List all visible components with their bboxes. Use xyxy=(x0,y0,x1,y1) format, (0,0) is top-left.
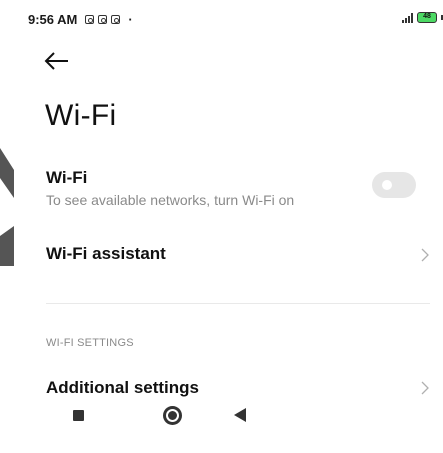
notification-icon xyxy=(85,15,95,24)
battery-icon: 48 xyxy=(417,12,437,23)
battery-level: 48 xyxy=(423,13,431,20)
toggle-knob xyxy=(382,180,392,190)
wifi-assistant-row[interactable]: Wi-Fi assistant xyxy=(0,232,443,278)
back-button[interactable] xyxy=(44,50,70,72)
wifi-assistant-label: Wi-Fi assistant xyxy=(46,244,166,263)
wifi-row-title: Wi-Fi xyxy=(46,168,88,187)
divider xyxy=(46,303,430,304)
back-icon[interactable] xyxy=(234,408,246,422)
page-title: Wi-Fi xyxy=(45,99,117,132)
signal-icon xyxy=(402,12,413,23)
status-time: 9:56 AM xyxy=(28,12,78,27)
home-icon[interactable] xyxy=(163,406,182,425)
notification-icon xyxy=(98,15,108,24)
status-bar-left: 9:56 AM · xyxy=(28,12,133,27)
wifi-row-subtitle: To see available networks, turn Wi-Fi on xyxy=(46,192,295,208)
status-bar-right: 48 xyxy=(402,12,443,23)
more-notifications-indicator: · xyxy=(128,12,133,27)
navigation-bar xyxy=(0,395,443,453)
back-arrow-icon xyxy=(44,52,68,70)
notification-icon xyxy=(111,15,121,24)
section-header: WI-FI SETTINGS xyxy=(46,337,134,349)
wifi-toggle-switch[interactable] xyxy=(372,172,416,198)
chevron-right-icon xyxy=(421,381,429,395)
chevron-right-icon xyxy=(421,248,429,262)
recents-icon[interactable] xyxy=(73,410,84,421)
